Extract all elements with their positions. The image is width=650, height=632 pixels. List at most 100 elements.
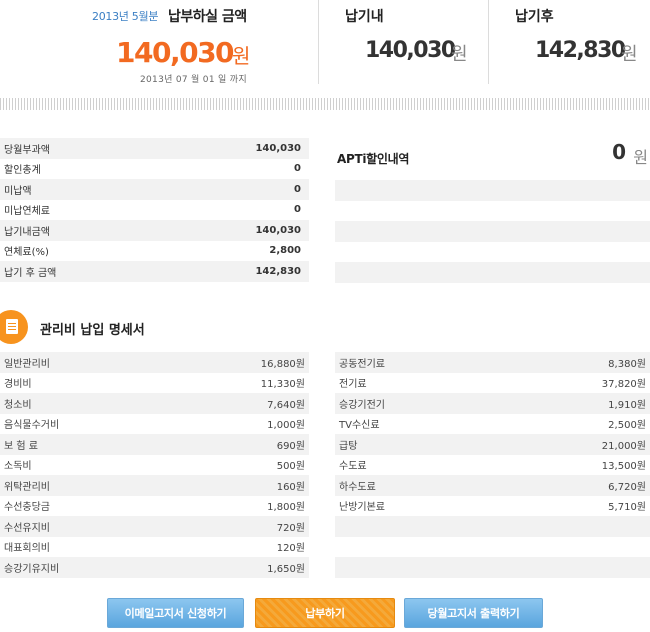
table-row: 승강기전기 1,910원 (335, 393, 650, 414)
table-row: 하수도료 6,720원 (335, 475, 650, 496)
table-row: 수선충당금 1,800원 (0, 496, 309, 517)
fee-label: 경비비 (4, 379, 32, 391)
amount-due-label: 납부하실 금액 (168, 9, 247, 25)
summary-row: 당월부과액 140,030 (0, 138, 309, 159)
apt-discount-title: APTi할인내역 (337, 152, 410, 166)
fee-label: 수선충당금 (4, 502, 50, 514)
due-after-amount: 142,830 (535, 38, 626, 63)
summary-label: 납기내금액 (4, 226, 50, 238)
apt-discount-amount: 0 (612, 140, 626, 164)
summary-value: 0 (294, 163, 301, 175)
fee-value: 720원 (276, 522, 305, 534)
pay-button[interactable]: 납부하기 (255, 598, 395, 628)
action-buttons: 이메일고지서 신청하기 납부하기 당월고지서 출력하기 (0, 598, 650, 628)
fee-label: 하수도료 (339, 481, 376, 493)
fee-value: 11,330원 (260, 379, 305, 391)
summary-label: 할인총계 (4, 165, 41, 177)
table-row: 소독비 500원 (0, 455, 309, 476)
table-row: 위탁관리비 160원 (0, 475, 309, 496)
fee-value: 500원 (276, 461, 305, 473)
summary-row: 납기내금액 140,030 (0, 220, 309, 241)
table-row: 급탕 21,000원 (335, 434, 650, 455)
summary-value: 140,030 (255, 142, 301, 154)
table-row: 난방기본료 5,710원 (335, 496, 650, 517)
summary-value: 140,030 (255, 224, 301, 236)
fee-value: 690원 (276, 440, 305, 452)
table-row: 대표회의비 120원 (0, 537, 309, 558)
summary-value: 142,830 (255, 265, 301, 277)
summary-value: 2,800 (269, 245, 301, 257)
list-item (335, 262, 650, 283)
table-row: TV수신료 2,500원 (335, 414, 650, 435)
fee-detail-right: 공동전기료 8,380원 전기료 37,820원 승강기전기 1,910원 TV수신료… (335, 352, 650, 578)
fee-value: 7,640원 (267, 399, 305, 411)
apt-discount-list (335, 180, 650, 303)
table-row: 음식물수거비 1,000원 (0, 414, 309, 435)
summary-row: 미납액 0 (0, 179, 309, 200)
table-row: 전기료 37,820원 (335, 373, 650, 394)
apt-discount-unit: 원 (633, 148, 648, 167)
summary-value: 0 (294, 183, 301, 195)
fee-label: 청소비 (4, 399, 32, 411)
fee-label: 음식물수거비 (4, 420, 60, 432)
fee-value: 1,000원 (267, 420, 305, 432)
fee-label: 소독비 (4, 461, 32, 473)
fee-value: 13,500원 (601, 461, 646, 473)
due-within-amount: 140,030 (365, 38, 456, 63)
summary-row: 연체료(%) 2,800 (0, 241, 309, 262)
fee-value: 1,800원 (267, 502, 305, 514)
fee-label: 보 험 료 (4, 440, 38, 452)
fee-label: TV수신료 (339, 420, 380, 432)
table-row (335, 557, 650, 578)
due-date: 2013년 07 월 01 일 까지 (140, 75, 247, 85)
table-row: 승강기유지비 1,650원 (0, 557, 309, 578)
fee-label: 승강기유지비 (4, 563, 60, 575)
fee-value: 120원 (276, 543, 305, 555)
table-row: 수선유지비 720원 (0, 516, 309, 537)
fee-label: 난방기본료 (339, 502, 385, 514)
section-title: 관리비 납입 명세서 (40, 323, 145, 338)
fee-value: 1,910원 (608, 399, 646, 411)
fee-label: 승강기전기 (339, 399, 385, 411)
email-bill-request-button[interactable]: 이메일고지서 신청하기 (107, 598, 244, 628)
statement-section-header: 관리비 납입 명세서 (0, 308, 300, 348)
table-row: 경비비 11,330원 (0, 373, 309, 394)
table-row: 공동전기료 8,380원 (335, 352, 650, 373)
summary-label: 미납액 (4, 185, 32, 197)
table-row (335, 516, 650, 537)
summary-label: 미납연체료 (4, 206, 50, 218)
table-row: 수도료 13,500원 (335, 455, 650, 476)
fee-value: 1,650원 (267, 563, 305, 575)
due-within-unit: 원 (451, 44, 468, 65)
due-after-unit: 원 (621, 44, 638, 65)
fee-value: 37,820원 (601, 379, 646, 391)
print-bill-button[interactable]: 당월고지서 출력하기 (404, 598, 543, 628)
summary-row: 미납연체료 0 (0, 200, 309, 221)
fee-value: 6,720원 (608, 481, 646, 493)
table-row: 청소비 7,640원 (0, 393, 309, 414)
document-icon (0, 310, 28, 344)
fee-label: 일반관리비 (4, 358, 50, 370)
amount-due-value: 140,030 (116, 36, 235, 69)
amount-due-unit: 원 (232, 44, 251, 68)
due-after-label: 납기후 (515, 9, 554, 25)
summary-value: 0 (294, 204, 301, 216)
fee-value: 5,710원 (608, 502, 646, 514)
table-row: 보 험 료 690원 (0, 434, 309, 455)
payment-header: 2013년 5월분 납부하실 금액 140,030 원 2013년 07 월 0… (0, 0, 650, 92)
list-item (335, 180, 650, 201)
fee-value: 8,380원 (608, 358, 646, 370)
summary-label: 당월부과액 (4, 144, 50, 156)
summary-label: 연체료(%) (4, 247, 49, 259)
fee-value: 21,000원 (601, 440, 646, 452)
fee-label: 대표회의비 (4, 543, 50, 555)
divider-stripes (0, 98, 650, 110)
fee-label: 수도료 (339, 461, 367, 473)
due-within-label: 납기내 (345, 9, 384, 25)
due-within-block: 납기내 140,030 원 (318, 0, 488, 84)
fee-label: 공동전기료 (339, 358, 385, 370)
fee-detail-left: 일반관리비 16,880원 경비비 11,330원 청소비 7,640원 음식물수거비… (0, 352, 309, 578)
fee-label: 전기료 (339, 379, 367, 391)
fee-value: 160원 (276, 481, 305, 493)
summary-row: 납기 후 금액 142,830 (0, 261, 309, 282)
